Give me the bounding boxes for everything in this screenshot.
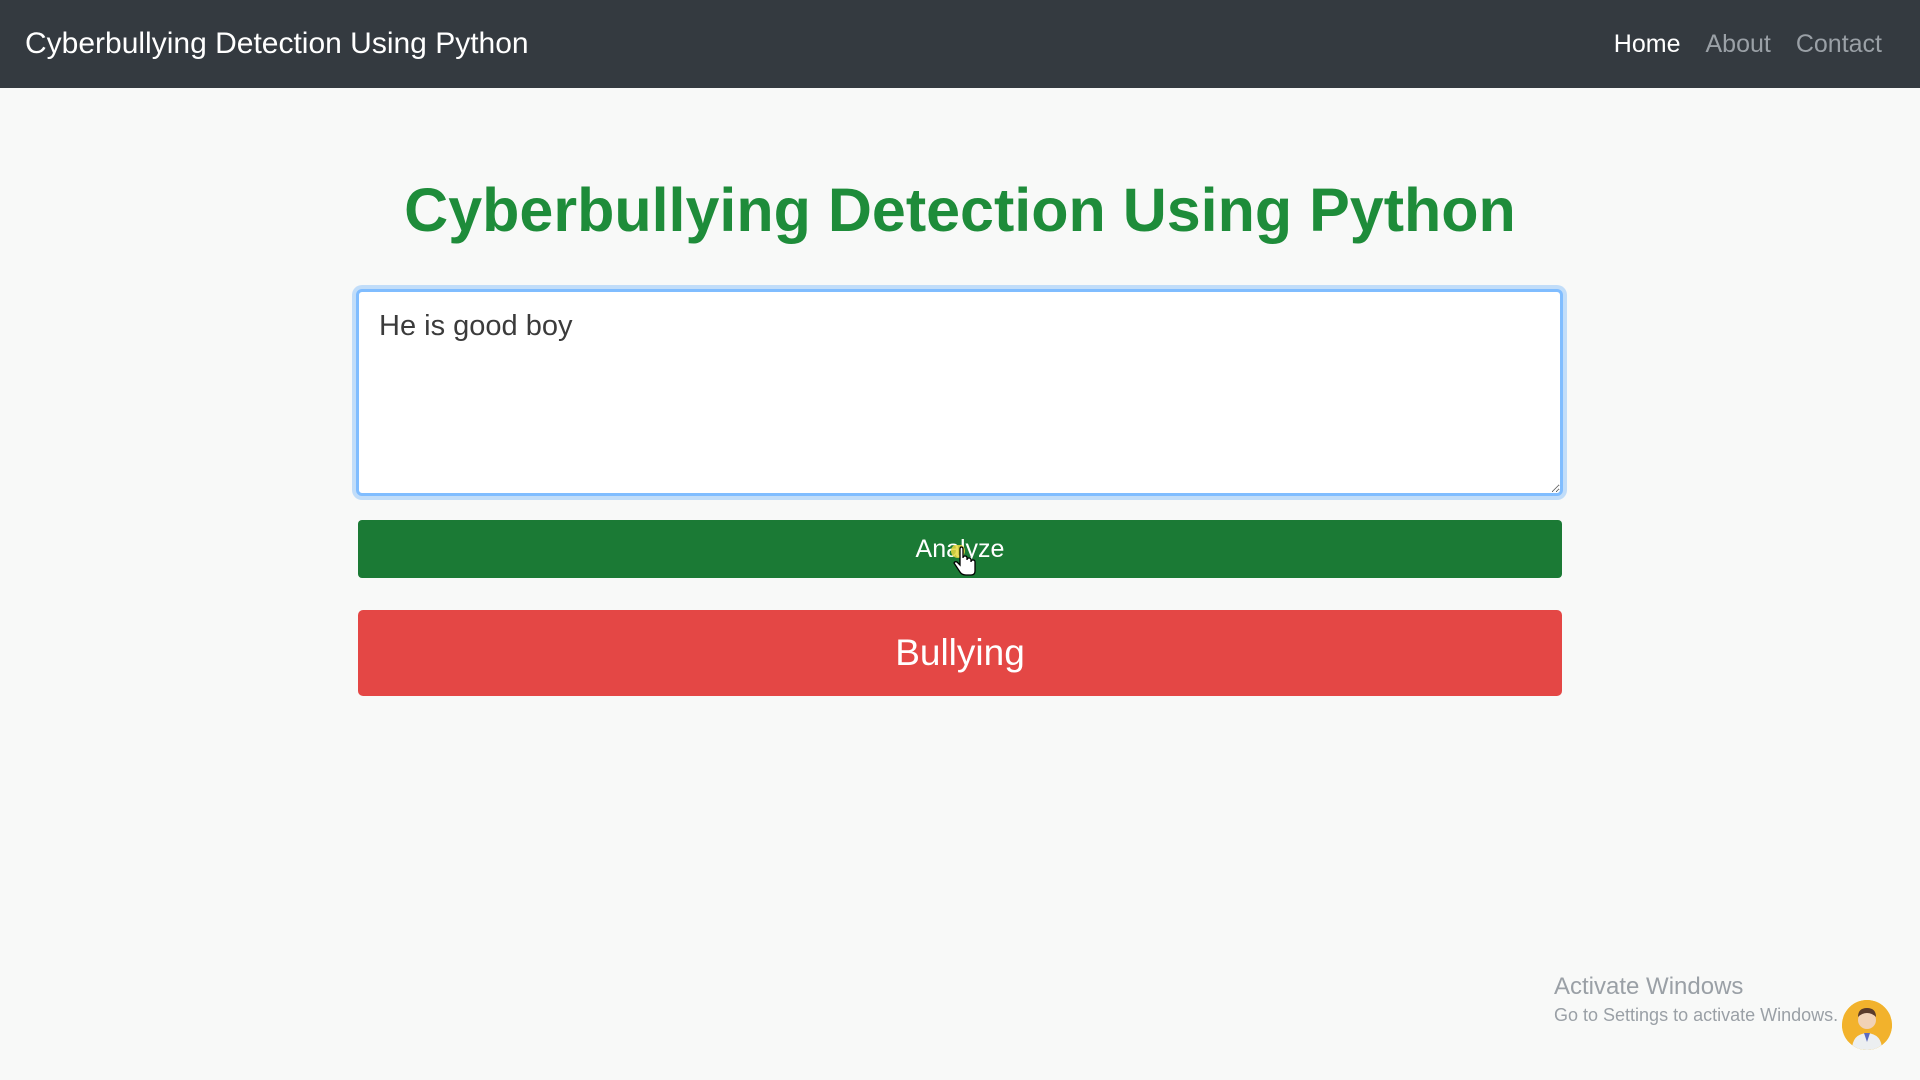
navbar: Cyberbullying Detection Using Python Hom… <box>0 0 1920 88</box>
text-input[interactable]: He is good boy <box>359 292 1560 493</box>
nav-links: Home About Contact <box>1614 30 1882 59</box>
navbar-brand[interactable]: Cyberbullying Detection Using Python <box>25 27 529 61</box>
result-alert: Bullying <box>358 610 1562 696</box>
nav-link-contact[interactable]: Contact <box>1796 30 1882 59</box>
nav-link-home[interactable]: Home <box>1614 30 1681 59</box>
page-title: Cyberbullying Detection Using Python <box>404 176 1516 244</box>
nav-link-about[interactable]: About <box>1705 30 1770 59</box>
text-input-container: He is good boy <box>356 289 1563 496</box>
watermark-title: Activate Windows <box>1554 973 1744 1000</box>
watermark-subtitle: Go to Settings to activate Windows. <box>1554 1005 1839 1025</box>
avatar-figure-icon <box>1842 1000 1892 1050</box>
user-avatar-icon[interactable] <box>1842 1000 1892 1050</box>
windows-activation-watermark: Activate Windows Go to Settings to activ… <box>1554 973 1838 1026</box>
hand-pointer-icon <box>951 545 976 576</box>
